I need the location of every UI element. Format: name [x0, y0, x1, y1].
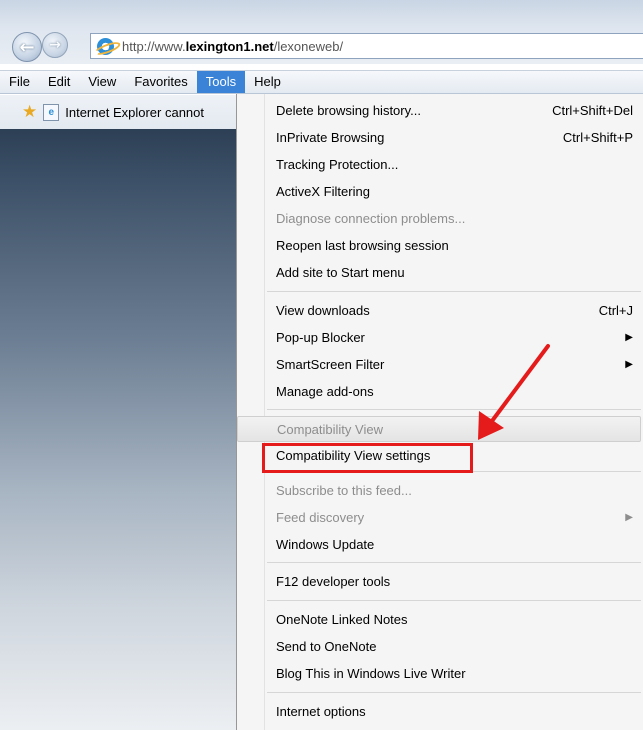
menu-item-label: Reopen last browsing session: [276, 238, 449, 253]
page-content-area: [0, 129, 236, 730]
menu-item-label: Manage add-ons: [276, 384, 374, 399]
page-icon: e: [43, 103, 60, 121]
menu-separator: [267, 600, 641, 601]
url-domain: lexington1.net: [185, 38, 274, 54]
submenu-arrow-icon: ▶: [625, 512, 633, 523]
menu-separator: [267, 692, 641, 693]
menu-item-tracking-protection[interactable]: Tracking Protection...: [237, 152, 641, 178]
menu-item-shortcut: Ctrl+Shift+Del: [552, 103, 633, 118]
menu-help[interactable]: Help: [245, 71, 290, 93]
menu-item-label: Diagnose connection problems...: [276, 211, 466, 226]
menu-item-label: View downloads: [276, 303, 370, 318]
menu-item-label: InPrivate Browsing: [276, 130, 385, 145]
menu-item-shortcut: Ctrl+Shift+P: [562, 130, 633, 145]
menu-item-label: Internet options: [276, 704, 366, 719]
menu-item-label: F12 developer tools: [276, 574, 391, 589]
menu-item-label: SmartScreen Filter: [276, 357, 385, 372]
submenu-arrow-icon: ▶: [625, 359, 633, 370]
menu-item-label: Windows Update: [276, 537, 375, 552]
menu-item-send-to-onenote[interactable]: Send to OneNote: [237, 634, 641, 660]
menu-item-label: ActiveX Filtering: [276, 184, 370, 199]
menu-item-subscribe-to-this-feed[interactable]: Subscribe to this feed...: [237, 478, 641, 504]
menu-item-smartscreen-filter[interactable]: SmartScreen Filter ▶: [237, 352, 641, 378]
add-favorites-star-icon[interactable]: ★: [22, 102, 37, 122]
menu-item-label: Send to OneNote: [276, 639, 377, 654]
menu-bar: File Edit View Favorites Tools Help: [0, 70, 643, 94]
menu-separator: [267, 562, 641, 563]
address-bar[interactable]: e http://www.lexington1.net/lexoneweb/: [90, 33, 643, 59]
menu-item-blog-this-in-windows-live-writer[interactable]: Blog This in Windows Live Writer: [237, 661, 641, 687]
menu-item-label: Subscribe to this feed...: [276, 483, 412, 498]
menu-item-reopen-last-browsing-session[interactable]: Reopen last browsing session: [237, 233, 641, 259]
menu-item-label: Add site to Start menu: [276, 265, 405, 280]
menu-separator: [267, 291, 641, 292]
favorites-bar: ★ e Internet Explorer cannot: [0, 95, 240, 129]
menu-item-delete-browsing-history[interactable]: Delete browsing history... Ctrl+Shift+Del: [237, 98, 641, 124]
menu-item-onenote-linked-notes[interactable]: OneNote Linked Notes: [237, 607, 641, 633]
menu-item-label: Tracking Protection...: [276, 157, 399, 172]
menu-item-inprivate-browsing[interactable]: InPrivate Browsing Ctrl+Shift+P: [237, 125, 641, 151]
menu-favorites[interactable]: Favorites: [125, 71, 196, 93]
highlight-box: [262, 443, 473, 473]
menu-item-internet-options[interactable]: Internet options: [237, 699, 641, 725]
menu-item-add-site-to-start-menu[interactable]: Add site to Start menu: [237, 260, 641, 286]
menu-item-label: Blog This in Windows Live Writer: [276, 666, 466, 681]
forward-arrow-icon: →: [49, 37, 61, 53]
menu-item-pop-up-blocker[interactable]: Pop-up Blocker ▶: [237, 325, 641, 351]
menu-tools[interactable]: Tools: [196, 71, 246, 93]
menu-item-diagnose-connection-problems[interactable]: Diagnose connection problems...: [237, 206, 641, 232]
menu-item-label: Compatibility View: [277, 422, 383, 437]
menu-separator: [267, 409, 641, 410]
menu-item-shortcut: Ctrl+J: [598, 303, 633, 318]
menu-item-compatibility-view[interactable]: Compatibility View: [237, 416, 641, 442]
menu-edit[interactable]: Edit: [39, 71, 79, 93]
menu-item-windows-update[interactable]: Windows Update: [237, 532, 641, 558]
menu-item-label: Pop-up Blocker: [276, 330, 365, 345]
menu-item-feed-discovery[interactable]: Feed discovery ▶: [237, 505, 641, 531]
submenu-arrow-icon: ▶: [625, 332, 633, 343]
ie-logo-icon: e: [97, 37, 114, 55]
menu-item-label: OneNote Linked Notes: [276, 612, 408, 627]
url-path: /lexoneweb/: [273, 38, 344, 54]
forward-button[interactable]: →: [42, 32, 68, 58]
browser-title-bar: ← → e http://www.lexington1.net/lexonewe…: [0, 0, 643, 64]
menu-file[interactable]: File: [0, 71, 39, 93]
back-button[interactable]: ←: [12, 32, 42, 62]
menu-item-activex-filtering[interactable]: ActiveX Filtering: [237, 179, 641, 205]
url-prefix: http://www.: [122, 38, 186, 54]
tab-title[interactable]: Internet Explorer cannot: [65, 105, 204, 120]
url-text: http://www.lexington1.net/lexoneweb/: [122, 39, 343, 54]
menu-item-label: Delete browsing history...: [276, 103, 421, 118]
tools-menu: Delete browsing history... Ctrl+Shift+Del…: [236, 94, 643, 730]
menu-view[interactable]: View: [79, 71, 125, 93]
menu-item-view-downloads[interactable]: View downloads Ctrl+J: [237, 298, 641, 324]
menu-item-manage-add-ons[interactable]: Manage add-ons: [237, 379, 641, 405]
menu-item-label: Feed discovery: [276, 510, 365, 525]
back-arrow-icon: ←: [19, 36, 35, 58]
menu-item-f12-developer-tools[interactable]: F12 developer tools: [237, 569, 641, 595]
